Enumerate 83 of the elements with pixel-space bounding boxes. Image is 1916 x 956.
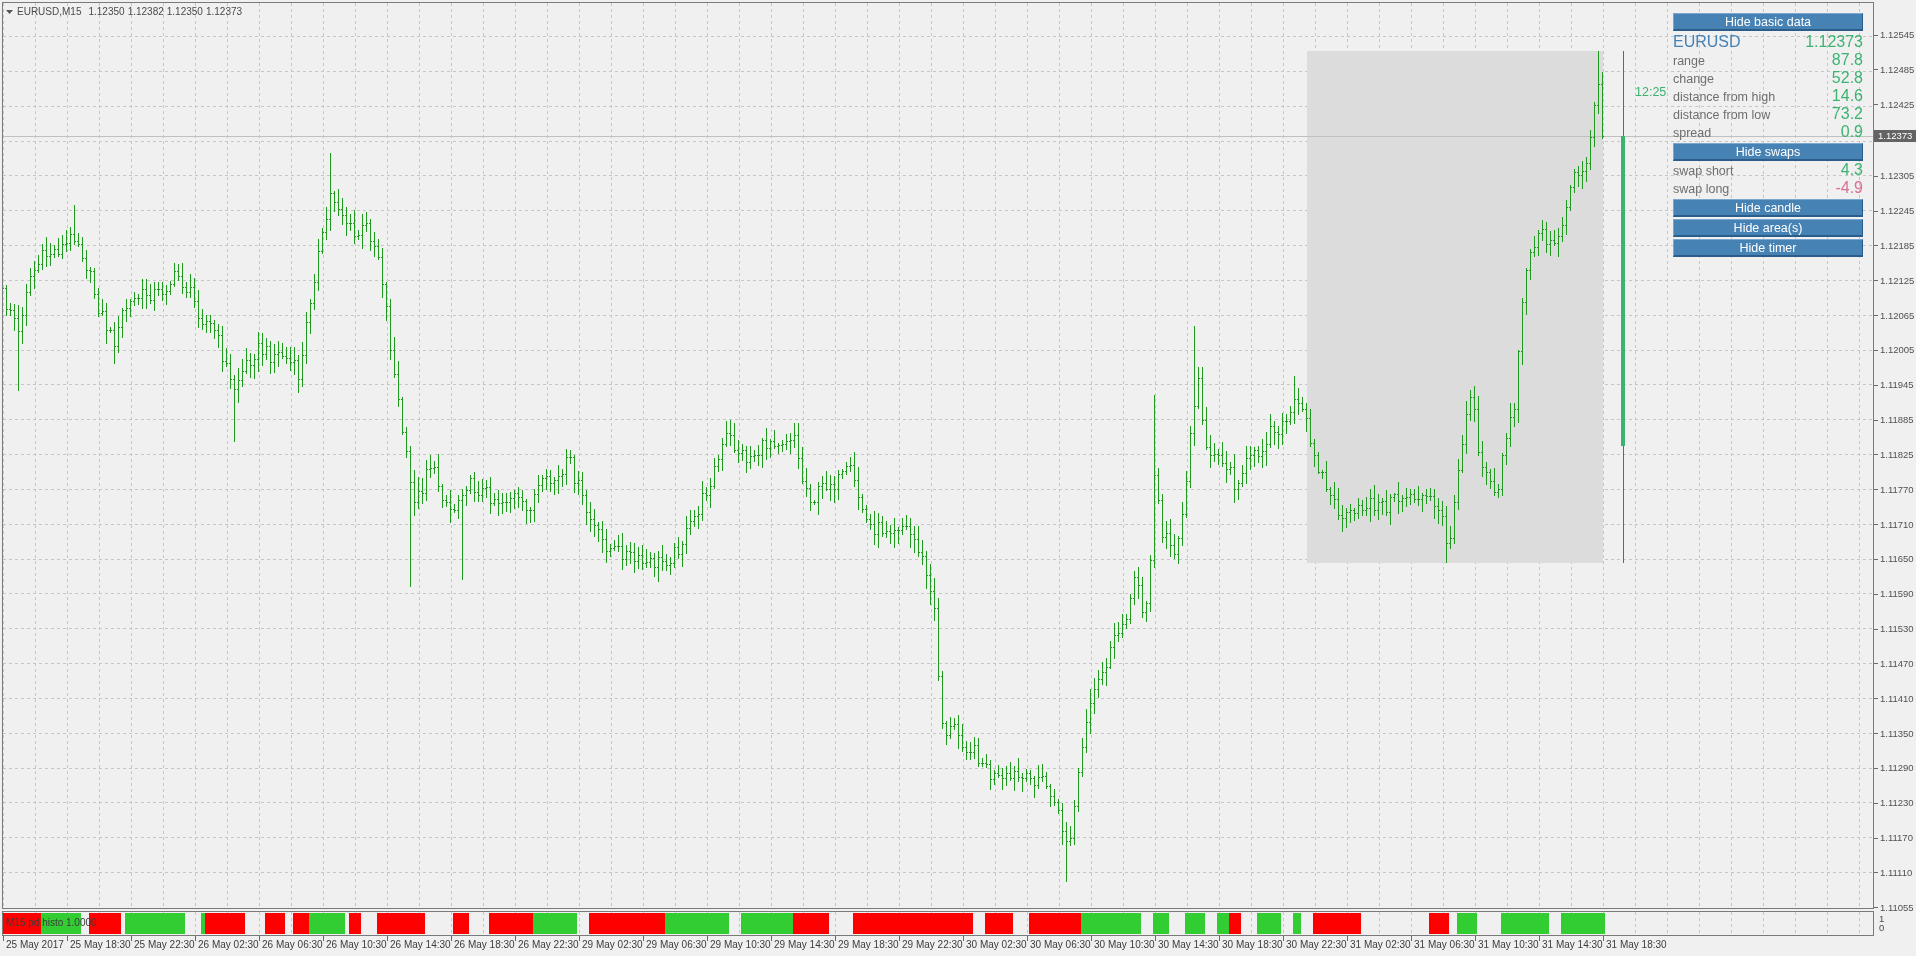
scale-label: 0 xyxy=(1879,923,1885,932)
price-label: 1.11410 xyxy=(1880,693,1914,704)
time-label: 30 May 14:30 xyxy=(1158,939,1219,951)
caret-icon[interactable] xyxy=(6,10,13,14)
time-label: 31 May 10:30 xyxy=(1478,939,1539,951)
time-label: 26 May 02:30 xyxy=(198,939,259,951)
data-value: -4.9 xyxy=(1835,179,1863,197)
time-label: 29 May 02:30 xyxy=(582,939,643,951)
time-label: 26 May 14:30 xyxy=(390,939,451,951)
price-label: 1.12005 xyxy=(1880,345,1915,356)
price-label: 1.11055 xyxy=(1880,902,1914,913)
data-label: swap long xyxy=(1673,181,1730,198)
price-label: 1.11350 xyxy=(1880,728,1914,739)
price-label: 1.11945 xyxy=(1880,380,1914,391)
indicator-title: M15 pd histo 1.0000 xyxy=(6,917,97,929)
time-label: 29 May 06:30 xyxy=(646,939,707,951)
price-label: 1.12245 xyxy=(1880,206,1915,217)
data-label: distance from high xyxy=(1673,89,1776,106)
time-label: 30 May 06:30 xyxy=(1030,939,1091,951)
price-label: 1.11470 xyxy=(1880,658,1914,669)
price-label: 1.12305 xyxy=(1880,171,1915,182)
price-label: 1.11650 xyxy=(1880,554,1914,565)
time-label: 26 May 10:30 xyxy=(326,939,387,951)
quote-value: 1.12373 xyxy=(205,6,243,18)
panel-button[interactable]: Hide area(s) xyxy=(1673,219,1863,237)
data-label: range xyxy=(1673,53,1705,70)
price-label: 1.11530 xyxy=(1880,624,1914,635)
price-label: 1.12485 xyxy=(1880,64,1915,75)
quote-value: 1.12350 xyxy=(166,6,203,18)
time-label: 25 May 2017 xyxy=(6,939,64,951)
timer-text: 12:25 xyxy=(1635,84,1667,100)
time-label: 31 May 02:30 xyxy=(1350,939,1411,951)
time-label: 30 May 02:30 xyxy=(966,939,1027,951)
time-label: 31 May 14:30 xyxy=(1542,939,1603,951)
symbol-name: EURUSD xyxy=(1673,33,1741,51)
quote-value: 1.12350 xyxy=(88,6,125,18)
price-label: 1.11885 xyxy=(1880,415,1914,426)
data-value: 14.6 xyxy=(1831,87,1863,105)
price-label: 1.12425 xyxy=(1880,99,1915,110)
time-label: 25 May 18:30 xyxy=(70,939,131,951)
price-label: 1.12185 xyxy=(1880,240,1915,251)
time-label: 29 May 10:30 xyxy=(710,939,771,951)
panel-button[interactable]: Hide swaps xyxy=(1673,143,1863,161)
price-label: 1.11110 xyxy=(1880,867,1913,878)
time-label: 30 May 10:30 xyxy=(1094,939,1155,951)
data-label: distance from low xyxy=(1673,107,1771,124)
data-label: spread xyxy=(1673,125,1712,142)
data-value: 52.8 xyxy=(1831,69,1863,87)
price-label: 1.11770 xyxy=(1880,484,1914,495)
price-label: 1.11230 xyxy=(1880,798,1914,809)
time-label: 29 May 14:30 xyxy=(774,939,835,951)
data-value: 4.3 xyxy=(1840,161,1863,179)
panel-button[interactable]: Hide timer xyxy=(1673,239,1863,257)
scale-label: 1 xyxy=(1879,915,1885,924)
time-label: 30 May 22:30 xyxy=(1286,939,1347,951)
time-label: 31 May 06:30 xyxy=(1414,939,1475,951)
data-label: swap short xyxy=(1673,163,1734,180)
time-label: 29 May 22:30 xyxy=(902,939,963,951)
time-label: 29 May 18:30 xyxy=(838,939,899,951)
data-value: 0.9 xyxy=(1840,123,1863,141)
time-label: 26 May 18:30 xyxy=(454,939,515,951)
price-label: 1.12065 xyxy=(1880,310,1915,321)
chart-symbol: EURUSD,M15 xyxy=(17,6,82,18)
time-label: 26 May 22:30 xyxy=(518,939,579,951)
panel-button[interactable]: Hide basic data xyxy=(1673,13,1863,31)
current-price-label: 1.12373 xyxy=(1874,130,1916,143)
time-label: 26 May 06:30 xyxy=(262,939,323,951)
price-label: 1.11590 xyxy=(1880,589,1914,600)
price-label: 1.11290 xyxy=(1880,763,1914,774)
price-label: 1.11170 xyxy=(1880,833,1913,844)
panel-button[interactable]: Hide candle xyxy=(1673,199,1863,217)
quote-value: 1.12382 xyxy=(127,6,164,18)
time-label: 31 May 18:30 xyxy=(1606,939,1667,951)
data-label: change xyxy=(1673,71,1714,88)
price-label: 1.11825 xyxy=(1880,449,1914,460)
time-label: 30 May 18:30 xyxy=(1222,939,1283,951)
price-value: 1.12373 xyxy=(1805,33,1863,51)
price-label: 1.12545 xyxy=(1880,30,1915,40)
price-label: 1.12125 xyxy=(1880,275,1915,286)
data-value: 87.8 xyxy=(1831,51,1863,69)
price-label: 1.11710 xyxy=(1880,519,1914,530)
time-label: 25 May 22:30 xyxy=(134,939,195,951)
data-value: 73.2 xyxy=(1831,105,1863,123)
